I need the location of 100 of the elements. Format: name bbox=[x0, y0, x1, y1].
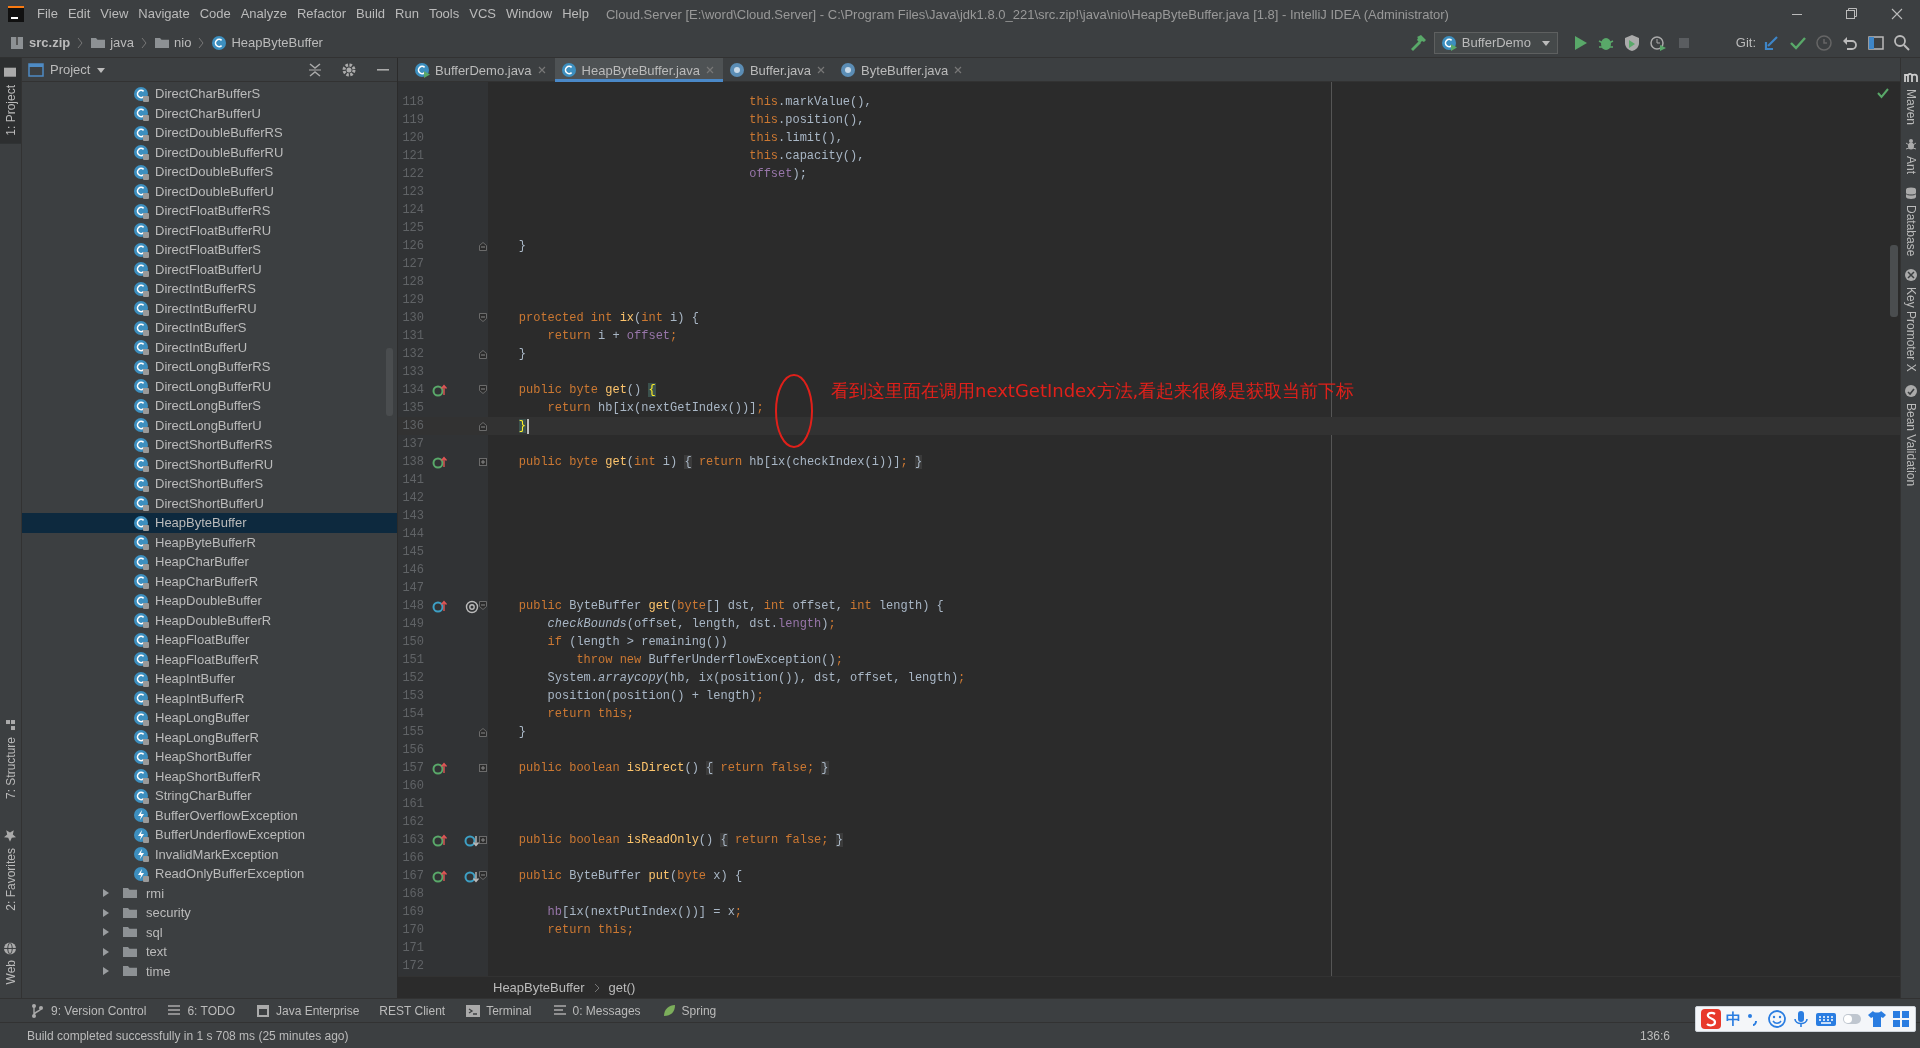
tree-item[interactable]: BufferOverflowException bbox=[22, 805, 397, 825]
override-marker-icon[interactable] bbox=[432, 598, 448, 614]
menu-item[interactable]: Analyze bbox=[235, 3, 292, 25]
breadcrumb-item[interactable]: get() bbox=[608, 980, 636, 995]
tool-window-button[interactable]: 7: Structure bbox=[0, 713, 21, 803]
tree-item[interactable]: DirectLongBufferRU bbox=[22, 376, 397, 396]
tree-item[interactable]: DirectFloatBufferS bbox=[22, 240, 397, 260]
fold-marker-icon[interactable] bbox=[478, 600, 488, 612]
tool-window-button[interactable]: Spring bbox=[660, 1002, 717, 1019]
input-mode-toggle[interactable]: 中 bbox=[1726, 1009, 1741, 1029]
tree-item[interactable]: rmi bbox=[22, 883, 397, 903]
panel-title-dropdown[interactable]: Project bbox=[28, 61, 107, 78]
run-configuration-dropdown[interactable]: BufferDemo bbox=[1433, 31, 1558, 54]
tool-window-button[interactable]: Bean Validation bbox=[1901, 384, 1920, 487]
tree-item[interactable]: HeapByteBufferR bbox=[22, 532, 397, 552]
tree-item[interactable]: text bbox=[22, 942, 397, 962]
tree-item[interactable]: HeapCharBuffer bbox=[22, 552, 397, 572]
tree-item[interactable]: DirectDoubleBufferRU bbox=[22, 142, 397, 162]
tool-window-button[interactable]: 1: Project bbox=[0, 58, 21, 144]
tool-window-button[interactable]: Web bbox=[0, 936, 21, 988]
tool-window-button[interactable]: Ant bbox=[1901, 137, 1920, 175]
tree-item[interactable]: HeapIntBufferR bbox=[22, 688, 397, 708]
tool-window-button[interactable]: REST Client bbox=[379, 1003, 446, 1018]
tree-item[interactable]: HeapLongBuffer bbox=[22, 708, 397, 728]
tree-item[interactable]: DirectCharBufferS bbox=[22, 84, 397, 104]
tree-item[interactable]: BufferUnderflowException bbox=[22, 825, 397, 845]
fold-marker-icon[interactable] bbox=[478, 870, 488, 882]
tree-item[interactable]: DirectLongBufferRS bbox=[22, 357, 397, 377]
tree-item[interactable]: DirectFloatBufferRU bbox=[22, 220, 397, 240]
tree-item[interactable]: InvalidMarkException bbox=[22, 844, 397, 864]
menu-item[interactable]: Build bbox=[351, 3, 390, 25]
menu-item[interactable]: Code bbox=[194, 3, 236, 25]
tool-window-button[interactable]: Database bbox=[1901, 186, 1920, 257]
tree-item[interactable]: DirectDoubleBufferU bbox=[22, 181, 397, 201]
implements-marker-icon[interactable] bbox=[432, 382, 448, 398]
tree-item[interactable]: DirectFloatBufferRS bbox=[22, 201, 397, 221]
breadcrumb-item[interactable]: HeapByteBuffer bbox=[208, 31, 326, 54]
tree-item[interactable]: DirectIntBufferS bbox=[22, 318, 397, 338]
settings-icon[interactable] bbox=[341, 61, 357, 78]
tree-item[interactable]: DirectShortBufferU bbox=[22, 493, 397, 513]
tree-item[interactable]: security bbox=[22, 903, 397, 923]
tree-item[interactable]: sql bbox=[22, 922, 397, 942]
grid-icon[interactable] bbox=[1891, 1009, 1911, 1029]
tree-item[interactable]: DirectFloatBufferU bbox=[22, 259, 397, 279]
tree-item[interactable]: DirectIntBufferRU bbox=[22, 298, 397, 318]
tree-item[interactable]: DirectLongBufferS bbox=[22, 396, 397, 416]
tree-item[interactable]: time bbox=[22, 961, 397, 981]
implements-marker-icon[interactable] bbox=[432, 868, 448, 884]
menu-item[interactable]: Tools bbox=[423, 3, 465, 25]
scrollbar-thumb[interactable] bbox=[1890, 245, 1898, 317]
breadcrumb-item[interactable]: src.zip bbox=[6, 31, 74, 54]
expand-marker-icon[interactable] bbox=[478, 456, 488, 468]
tree-item[interactable]: DirectIntBufferU bbox=[22, 337, 397, 357]
tree-item[interactable]: HeapIntBuffer bbox=[22, 669, 397, 689]
menu-item[interactable]: Window bbox=[500, 3, 558, 25]
breadcrumb-item[interactable]: java bbox=[87, 31, 138, 54]
fold-marker-icon[interactable] bbox=[478, 312, 488, 324]
tool-window-button[interactable]: Key Promoter X bbox=[1901, 268, 1920, 373]
collapse-all-icon[interactable] bbox=[307, 61, 323, 78]
microphone-icon[interactable] bbox=[1791, 1009, 1811, 1029]
history-icon[interactable] bbox=[1814, 32, 1834, 53]
breadcrumb-item[interactable]: HeapByteBuffer bbox=[493, 980, 585, 995]
tool-window-button[interactable]: Maven bbox=[1901, 70, 1920, 126]
fold-marker-icon[interactable] bbox=[478, 240, 488, 252]
fold-marker-icon[interactable] bbox=[478, 348, 488, 360]
close-icon[interactable] bbox=[816, 65, 827, 75]
menu-item[interactable]: VCS bbox=[464, 3, 501, 25]
menu-item[interactable]: Help bbox=[557, 3, 594, 25]
tree-item[interactable]: ReadOnlyBufferException bbox=[22, 864, 397, 884]
tree-item[interactable]: HeapLongBufferR bbox=[22, 727, 397, 747]
menu-item[interactable]: Edit bbox=[62, 3, 96, 25]
implements-marker-icon[interactable] bbox=[432, 454, 448, 470]
editor-tab[interactable]: Buffer.java bbox=[722, 58, 835, 82]
at-sign-icon[interactable] bbox=[464, 598, 480, 614]
tree-item[interactable]: DirectDoubleBufferS bbox=[22, 162, 397, 182]
tree-item[interactable]: DirectIntBufferRS bbox=[22, 279, 397, 299]
tool-window-button[interactable]: Terminal bbox=[465, 1002, 532, 1019]
shirt-icon[interactable] bbox=[1867, 1009, 1887, 1029]
menu-item[interactable]: Refactor bbox=[291, 3, 352, 25]
menu-item[interactable]: Run bbox=[390, 3, 424, 25]
fold-marker-icon[interactable] bbox=[478, 726, 488, 738]
caret-position[interactable]: 136:6 bbox=[1639, 1028, 1670, 1043]
tree-item[interactable]: HeapDoubleBufferR bbox=[22, 610, 397, 630]
smiley-icon[interactable] bbox=[1767, 1009, 1787, 1029]
implements-marker-icon[interactable] bbox=[432, 760, 448, 776]
expand-marker-icon[interactable] bbox=[478, 762, 488, 774]
tree-item[interactable]: HeapDoubleBuffer bbox=[22, 591, 397, 611]
tree-item[interactable]: HeapByteBuffer bbox=[22, 513, 397, 533]
menu-item[interactable]: Navigate bbox=[133, 3, 195, 25]
tree-item[interactable]: HeapFloatBufferR bbox=[22, 649, 397, 669]
tree-item[interactable]: HeapShortBuffer bbox=[22, 747, 397, 767]
tool-window-button[interactable]: Java Enterprise bbox=[254, 1002, 360, 1019]
tree-item[interactable]: HeapCharBufferR bbox=[22, 571, 397, 591]
editor-tab[interactable]: BufferDemo.java bbox=[408, 58, 555, 82]
tree-item[interactable]: DirectLongBufferU bbox=[22, 415, 397, 435]
tree-item[interactable]: DirectCharBufferU bbox=[22, 103, 397, 123]
tree-item[interactable]: DirectShortBufferRS bbox=[22, 435, 397, 455]
tool-window-button[interactable]: 2: Favorites bbox=[0, 824, 21, 915]
close-icon[interactable] bbox=[953, 65, 964, 75]
expand-marker-icon[interactable] bbox=[478, 834, 488, 846]
